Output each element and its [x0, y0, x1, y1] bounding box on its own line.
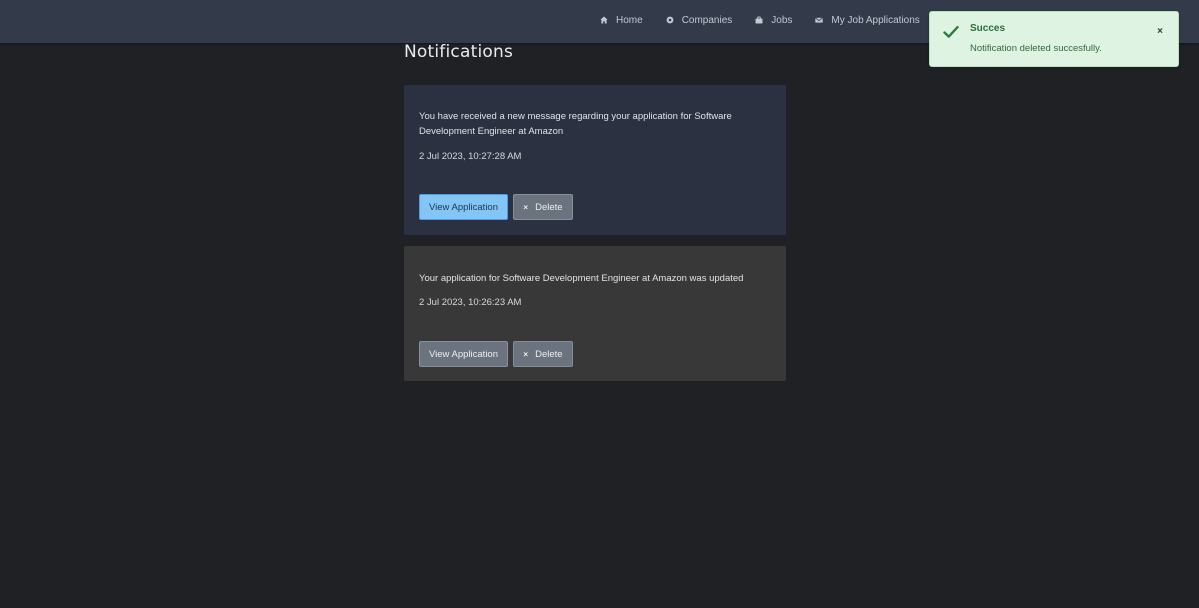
delete-button-label: Delete [535, 348, 563, 360]
nav-item-jobs[interactable]: Jobs [755, 15, 792, 26]
notification-card: Your application for Software Developmen… [404, 246, 786, 381]
delete-button[interactable]: × Delete [513, 194, 573, 220]
notification-timestamp: 2 Jul 2023, 10:26:23 AM [419, 297, 522, 308]
nav-menu: Home Companies Jobs My Job Applications [600, 0, 943, 40]
nav-item-label: My Job Applications [831, 14, 920, 26]
page-title: Notifications [404, 42, 513, 62]
close-icon: × [523, 349, 529, 359]
toast-message: Notification deleted succesfully. [970, 43, 1102, 54]
close-icon: × [523, 202, 529, 212]
notification-timestamp: 2 Jul 2023, 10:27:28 AM [419, 151, 522, 162]
delete-button-label: Delete [535, 201, 563, 213]
home-icon [600, 16, 608, 24]
toast-title: Succes [970, 23, 1006, 34]
toast-close-button[interactable]: × [1157, 26, 1163, 37]
delete-button[interactable]: × Delete [513, 341, 573, 367]
view-application-button[interactable]: View Application [419, 341, 508, 367]
nav-item-my-job-applications[interactable]: My Job Applications [815, 14, 920, 26]
nav-item-companies[interactable]: Companies [666, 14, 733, 26]
briefcase-icon [755, 16, 763, 24]
success-toast: Succes Notification deleted succesfully.… [929, 11, 1179, 67]
envelope-icon [815, 16, 824, 24]
notification-card: You have received a new message regardin… [404, 85, 786, 235]
nav-item-label: Companies [681, 14, 733, 26]
notification-message: You have received a new message regardin… [419, 111, 732, 137]
view-application-button[interactable]: View Application [419, 194, 508, 220]
check-icon [943, 25, 959, 39]
nav-item-label: Jobs [771, 14, 793, 26]
nav-item-label: Home [616, 14, 643, 26]
nav-item-home[interactable]: Home [600, 15, 643, 26]
notification-message: Your application for Software Developmen… [419, 273, 744, 284]
companies-icon [666, 16, 674, 24]
